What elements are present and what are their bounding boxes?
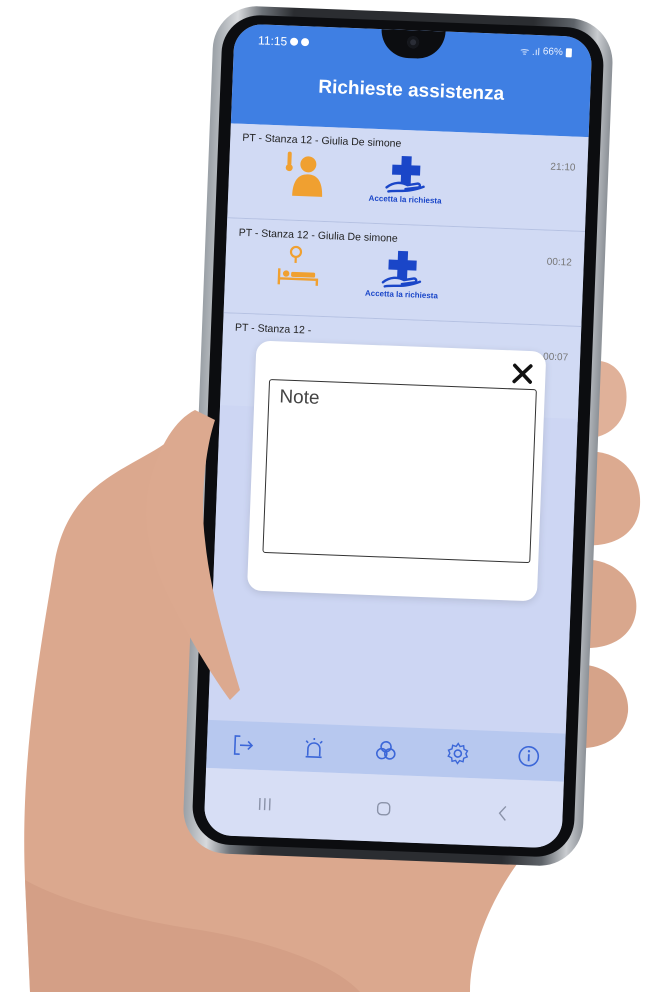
nav-settings-button[interactable] — [439, 735, 476, 772]
status-bar-left: 11:15 — [258, 33, 310, 49]
notification-dot-icon — [290, 37, 299, 46]
gear-icon — [446, 742, 469, 765]
request-title: PT - Stanza 12 - Giulia De simone — [238, 226, 398, 245]
back-button[interactable] — [482, 792, 524, 834]
bed-location-icon — [277, 245, 319, 286]
battery-level: 66% — [542, 45, 564, 58]
request-time: 00:07 — [542, 351, 569, 364]
page-title: Richieste assistenza — [317, 76, 505, 105]
photo-scene: 11:15 ᯤ .ıl 66% Richieste assistenza PT … — [0, 0, 647, 992]
info-icon — [518, 745, 540, 767]
request-title: PT - Stanza 12 - — [234, 321, 312, 337]
request-title: PT - Stanza 12 - Giulia De simone — [242, 131, 402, 150]
hand-plus-icon — [385, 155, 425, 193]
notification-dot-icon — [301, 37, 310, 47]
recent-apps-button[interactable] — [244, 783, 286, 825]
accept-request-label: Accetta la richiesta — [368, 193, 442, 206]
request-time: 21:10 — [550, 161, 576, 174]
note-input[interactable] — [262, 379, 537, 564]
siren-icon — [305, 737, 324, 759]
phone: 11:15 ᯤ .ıl 66% Richieste assistenza PT … — [181, 4, 615, 868]
accept-request-button[interactable]: Accetta la richiesta — [356, 247, 448, 300]
home-icon — [376, 801, 391, 816]
recent-apps-icon — [258, 797, 271, 810]
signal-icon: ᯤ .ıl — [519, 46, 541, 59]
nav-logout-button[interactable] — [224, 727, 261, 764]
note-dialog — [246, 340, 547, 602]
request-time: 00:12 — [546, 256, 572, 269]
accept-request-button[interactable]: Accetta la richiesta — [360, 152, 452, 205]
close-icon[interactable] — [509, 360, 536, 387]
system-nav-bar — [203, 767, 564, 849]
pills-icon — [375, 740, 396, 760]
request-item[interactable]: PT - Stanza 12 - Giulia De simone 21:10 — [227, 123, 589, 233]
status-bar-right: ᯤ .ıl 66% — [519, 43, 573, 59]
nav-medicines-button[interactable] — [367, 732, 404, 769]
status-time: 11:15 — [257, 33, 288, 49]
home-button[interactable] — [363, 787, 405, 829]
accept-request-label: Accetta la richiesta — [364, 288, 439, 301]
hand-plus-icon — [381, 250, 422, 288]
app-screen: 11:15 ᯤ .ıl 66% Richieste assistenza PT … — [203, 23, 593, 849]
nav-info-button[interactable] — [510, 738, 547, 775]
nav-alarm-button[interactable] — [296, 729, 333, 766]
back-chevron-icon — [499, 805, 507, 821]
logout-icon — [233, 735, 253, 755]
request-item[interactable]: PT - Stanza 12 - Giulia De simone 00:12 — [223, 218, 585, 327]
patient-fever-icon — [285, 151, 323, 197]
front-camera-icon — [406, 36, 420, 49]
battery-icon — [565, 47, 573, 57]
